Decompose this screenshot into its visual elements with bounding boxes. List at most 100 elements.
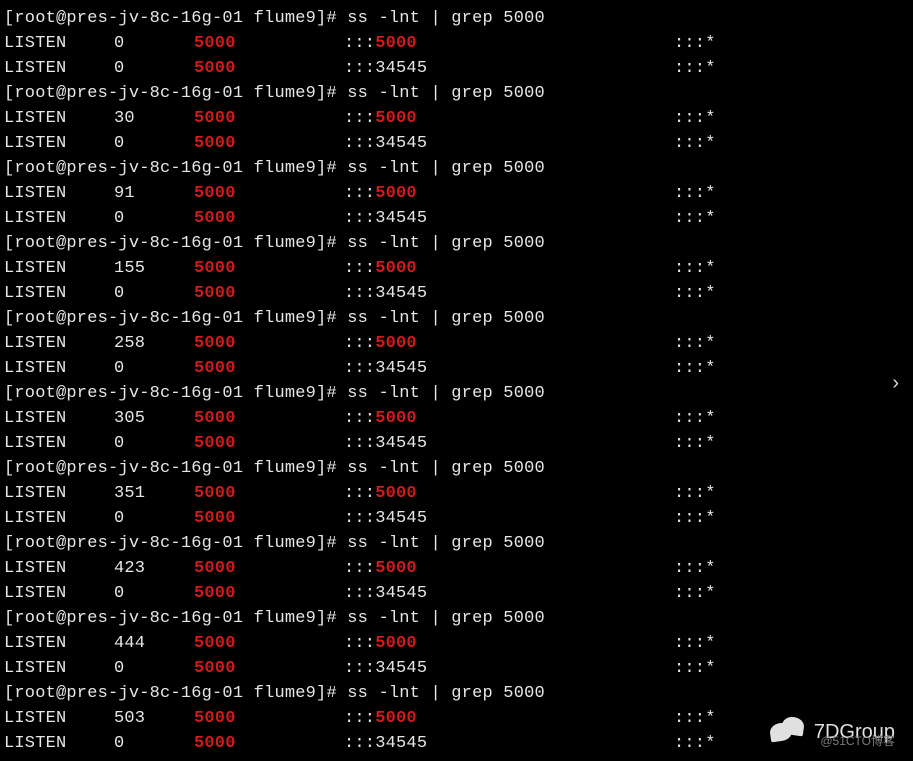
shell-command: ss -lnt | grep 5000 [347,6,545,31]
listen-row: LISTEN4235000:::5000:::* [4,556,913,581]
listen-row: LISTEN05000:::34545:::* [4,431,913,456]
prompt-line: [root@pres-jv-8c-16g-01 flume9]# ss -lnt… [4,531,913,556]
listen-row: LISTEN05000:::34545:::* [4,281,913,306]
wechat-icon [770,717,806,747]
shell-prompt: [root@pres-jv-8c-16g-01 flume9]# [4,306,347,331]
col-state: LISTEN [4,256,114,281]
listen-row: LISTEN05000:::5000:::* [4,31,913,56]
col-sendq: 5000 [194,131,344,156]
col-state: LISTEN [4,581,114,606]
col-state: LISTEN [4,706,114,731]
col-recvq: 0 [114,506,194,531]
col-recvq: 0 [114,431,194,456]
col-peer-addr: :::* [674,131,716,156]
col-peer-addr: :::* [674,106,716,131]
col-sendq: 5000 [194,506,344,531]
col-sendq: 5000 [194,56,344,81]
prompt-line: [root@pres-jv-8c-16g-01 flume9]# ss -lnt… [4,681,913,706]
col-state: LISTEN [4,356,114,381]
col-peer-addr: :::* [674,556,716,581]
listen-row: LISTEN05000:::34545:::* [4,356,913,381]
listen-row: LISTEN305000:::5000:::* [4,106,913,131]
col-sendq: 5000 [194,206,344,231]
col-recvq: 0 [114,31,194,56]
col-recvq: 351 [114,481,194,506]
col-sendq: 5000 [194,631,344,656]
listen-row: LISTEN4445000:::5000:::* [4,631,913,656]
col-recvq: 0 [114,356,194,381]
col-state: LISTEN [4,281,114,306]
listen-row: LISTEN3515000:::5000:::* [4,481,913,506]
col-recvq: 258 [114,331,194,356]
listen-row: LISTEN05000:::34545:::* [4,506,913,531]
col-state: LISTEN [4,106,114,131]
col-peer-addr: :::* [674,281,716,306]
listen-row: LISTEN05000:::34545:::* [4,206,913,231]
col-peer-addr: :::* [674,506,716,531]
col-sendq: 5000 [194,731,344,756]
shell-prompt: [root@pres-jv-8c-16g-01 flume9]# [4,456,347,481]
col-sendq: 5000 [194,656,344,681]
col-recvq: 305 [114,406,194,431]
col-local-addr: :::5000 [344,406,674,431]
col-sendq: 5000 [194,556,344,581]
shell-command: ss -lnt | grep 5000 [347,456,545,481]
col-sendq: 5000 [194,706,344,731]
shell-command: ss -lnt | grep 5000 [347,306,545,331]
col-local-addr: :::34545 [344,281,674,306]
col-state: LISTEN [4,31,114,56]
col-recvq: 155 [114,256,194,281]
shell-prompt: [root@pres-jv-8c-16g-01 flume9]# [4,156,347,181]
prompt-line: [root@pres-jv-8c-16g-01 flume9]# ss -lnt… [4,606,913,631]
col-state: LISTEN [4,206,114,231]
shell-prompt: [root@pres-jv-8c-16g-01 flume9]# [4,6,347,31]
col-peer-addr: :::* [674,706,716,731]
col-peer-addr: :::* [674,181,716,206]
col-sendq: 5000 [194,481,344,506]
col-peer-addr: :::* [674,581,716,606]
shell-prompt: [root@pres-jv-8c-16g-01 flume9]# [4,531,347,556]
prompt-line: [root@pres-jv-8c-16g-01 flume9]# ss -lnt… [4,6,913,31]
prompt-line: [root@pres-jv-8c-16g-01 flume9]# ss -lnt… [4,231,913,256]
shell-prompt: [root@pres-jv-8c-16g-01 flume9]# [4,381,347,406]
shell-command: ss -lnt | grep 5000 [347,81,545,106]
col-peer-addr: :::* [674,631,716,656]
col-local-addr: :::34545 [344,56,674,81]
col-recvq: 0 [114,731,194,756]
prompt-line: [root@pres-jv-8c-16g-01 flume9]# ss -lnt… [4,456,913,481]
shell-command: ss -lnt | grep 5000 [347,681,545,706]
listen-row: LISTEN2585000:::5000:::* [4,331,913,356]
col-local-addr: :::34545 [344,506,674,531]
col-recvq: 0 [114,656,194,681]
col-peer-addr: :::* [674,206,716,231]
shell-command: ss -lnt | grep 5000 [347,381,545,406]
col-sendq: 5000 [194,331,344,356]
col-state: LISTEN [4,556,114,581]
col-sendq: 5000 [194,256,344,281]
next-arrow-icon[interactable]: › [892,372,899,395]
col-recvq: 503 [114,706,194,731]
col-local-addr: :::5000 [344,481,674,506]
col-recvq: 0 [114,56,194,81]
col-peer-addr: :::* [674,56,716,81]
col-state: LISTEN [4,481,114,506]
col-local-addr: :::5000 [344,181,674,206]
col-peer-addr: :::* [674,256,716,281]
col-sendq: 5000 [194,581,344,606]
col-recvq: 91 [114,181,194,206]
col-local-addr: :::34545 [344,356,674,381]
col-local-addr: :::5000 [344,706,674,731]
col-peer-addr: :::* [674,731,716,756]
prompt-line: [root@pres-jv-8c-16g-01 flume9]# ss -lnt… [4,156,913,181]
col-local-addr: :::34545 [344,206,674,231]
col-recvq: 0 [114,131,194,156]
col-recvq: 423 [114,556,194,581]
col-local-addr: :::5000 [344,256,674,281]
col-recvq: 444 [114,631,194,656]
col-sendq: 5000 [194,431,344,456]
listen-row: LISTEN05000:::34545:::* [4,656,913,681]
shell-command: ss -lnt | grep 5000 [347,231,545,256]
listen-row: LISTEN915000:::5000:::* [4,181,913,206]
listen-row: LISTEN05000:::34545:::* [4,581,913,606]
col-local-addr: :::34545 [344,581,674,606]
